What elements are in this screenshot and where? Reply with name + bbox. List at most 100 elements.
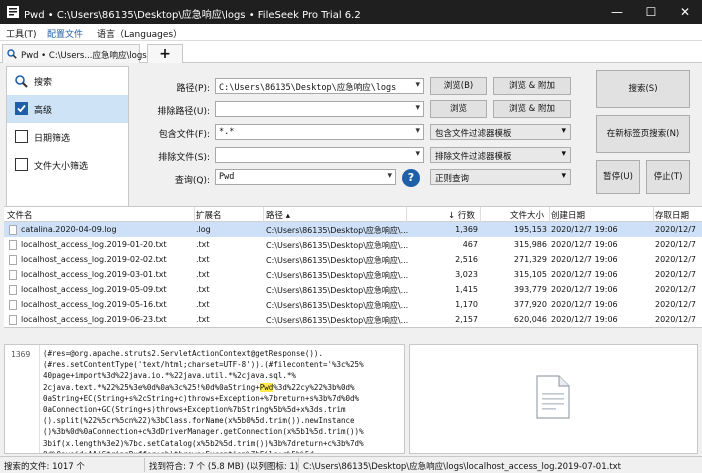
exclude-files-label: 排除文件(S): [158,153,210,163]
exclude-path-field[interactable]: ▾ [215,101,424,117]
nav-date-filter-label: 日期筛选 [34,134,71,144]
browse-exclude-button[interactable]: 浏览 [430,100,487,118]
query-field[interactable]: Pwd ▾ [215,169,396,185]
nav-date-filter[interactable]: 日期筛选 [7,123,128,151]
browse-append-exclude-button[interactable]: 浏览 & 附加 [493,100,571,118]
table-row[interactable]: localhost_access_log.2019-01-20.txt .txt C… [4,237,702,252]
chevron-down-icon[interactable]: ▾ [415,126,420,136]
status-bar: 搜索的文件: 1017 个 找到符合: 7 个 (5.8 MB) (以列图标: … [0,456,702,473]
include-files-field[interactable]: *.* ▾ [215,124,424,140]
cell-ext: .txt [196,270,210,279]
nav-advanced[interactable]: 高级 [7,95,128,123]
cell-created: 2020/12/7 19:06 [551,300,618,309]
cell-lines: 1,415 [455,285,478,294]
exclude-files-field[interactable]: ▾ [215,147,424,163]
cell-path: C:\Users\86135\Desktop\应急响应\... [266,271,409,280]
menu-profiles[interactable]: 配置文件 [47,27,83,40]
nav-size-filter[interactable]: 文件大小筛选 [7,151,128,179]
query-type-value: 正则查询 [435,174,470,184]
code-line: 3bif(x.length%3e2)%7bc.setCatalog(x%5b2%… [43,438,364,448]
code-line: ()%3b%0d%0aConnection+c%3dDriverManager.… [43,427,364,437]
cell-accessed: 2020/12/7 [655,225,697,234]
cell-created: 2020/12/7 19:06 [551,255,618,264]
date-filter-checkbox[interactable] [15,130,28,143]
chevron-down-icon[interactable]: ▾ [415,149,420,159]
minimize-button[interactable]: — [600,0,634,24]
cell-created: 2020/12/7 19:06 [551,315,618,324]
cell-size: 393,779 [513,285,547,294]
close-button[interactable]: ✕ [668,0,702,24]
cell-ext: .log [196,225,211,234]
table-row[interactable]: localhost_access_log.2019-05-09.txt .txt C… [4,282,702,297]
browse-append-button[interactable]: 浏览 & 附加 [493,77,571,95]
file-icon [9,300,17,310]
checkmark-icon [17,104,26,113]
help-icon[interactable]: ? [402,169,420,187]
cell-filename: localhost_access_log.2019-06-23.txt [21,315,167,324]
tab-search[interactable]: Pwd • C:\Users...应急响应\logs [2,44,147,63]
chevron-down-icon[interactable]: ▾ [415,103,420,113]
cell-lines: 467 [462,240,478,249]
cell-filename: localhost_access_log.2019-01-20.txt [21,240,167,249]
cell-ext: .txt [196,285,210,294]
table-row[interactable]: localhost_access_log.2019-06-23.txt .txt C… [4,312,702,327]
query-type-select[interactable]: 正则查询 ▾ [430,169,571,185]
file-icon [9,225,17,235]
preview-text-pane[interactable]: 1369 (#res=@org.apache.struts2.ServletAc… [4,344,405,454]
menu-tools[interactable]: 工具(T) [6,27,37,40]
col-filename[interactable]: 文件名 [7,209,33,221]
search-icon [15,75,28,88]
chevron-down-icon[interactable]: ▾ [387,171,392,181]
app-icon [7,6,19,18]
cell-size: 315,105 [513,270,547,279]
table-row[interactable]: catalina.2020-04-09.log .log C:\Users\8613… [4,222,702,237]
cell-ext: .txt [196,315,210,324]
new-tab-search-button[interactable]: 在新标签页搜索(N) [596,115,690,153]
col-path[interactable]: 路径 ▴ [266,209,290,221]
path-field[interactable]: C:\Users\86135\Desktop\应急响应\logs ▾ [215,78,424,94]
browse-button[interactable]: 浏览(B) [430,77,487,95]
table-row[interactable]: localhost_access_log.2019-05-16.txt .txt C… [4,297,702,312]
query-value: Pwd [219,172,235,182]
table-row[interactable]: localhost_access_log.2019-03-01.txt .txt C… [4,267,702,282]
size-filter-checkbox[interactable] [15,158,28,171]
cell-created: 2020/12/7 19:06 [551,225,618,234]
code-line: 0d%0avoid+AA(StringBuffer+sb)throws+Exce… [43,449,403,453]
code-line: 0aString+EC(String+s%2cString+c)throws+E… [43,393,360,403]
maximize-button[interactable]: ☐ [634,0,668,24]
chevron-down-icon: ▾ [561,126,566,136]
include-filter-template-select[interactable]: 包含文件过滤器模板 ▾ [430,124,571,140]
col-ext[interactable]: 扩展名 [196,209,222,221]
nav-size-filter-label: 文件大小筛选 [34,162,89,172]
cell-lines: 2,157 [455,315,478,324]
tab-label: Pwd • C:\Users...应急响应\logs [21,51,147,61]
exclude-filter-template-select[interactable]: 排除文件过滤器模板 ▾ [430,147,571,163]
menu-language[interactable]: 语言（Languages） [97,27,182,40]
cell-size: 195,153 [513,225,547,234]
col-created[interactable]: 创建日期 [551,209,585,221]
results-grid[interactable]: 文件名 扩展名 路径 ▴ ↓ 行数 文件大小 创建日期 存取日期 catalin… [4,206,702,328]
cell-created: 2020/12/7 19:06 [551,285,618,294]
cell-filename: localhost_access_log.2019-02-02.txt [21,255,167,264]
file-icon [9,315,17,325]
stop-button[interactable]: 停止(T) [646,160,690,194]
title-bar: Pwd • C:\Users\86135\Desktop\应急响应\logs •… [0,0,702,24]
search-button[interactable]: 搜索(S) [596,70,690,108]
advanced-checkbox[interactable] [15,102,28,115]
col-size[interactable]: 文件大小 [510,209,544,221]
pause-button[interactable]: 暂停(U) [596,160,640,194]
col-lines[interactable]: ↓ 行数 [448,209,475,221]
cell-accessed: 2020/12/7 [655,240,697,249]
cell-size: 271,329 [513,255,547,264]
cell-path: C:\Users\86135\Desktop\应急响应\... [266,316,409,325]
status-searched: 搜索的文件: 1017 个 [4,462,85,472]
chevron-down-icon: ▾ [561,149,566,159]
nav-search[interactable]: 搜索 [7,67,128,95]
new-tab-button[interactable]: + [147,44,183,63]
cell-size: 377,920 [513,300,547,309]
table-row[interactable]: localhost_access_log.2019-02-02.txt .txt C… [4,252,702,267]
cell-ext: .txt [196,255,210,264]
chevron-down-icon[interactable]: ▾ [415,80,420,90]
preview-line-number: 1369 [11,350,31,359]
col-accessed[interactable]: 存取日期 [655,209,689,221]
